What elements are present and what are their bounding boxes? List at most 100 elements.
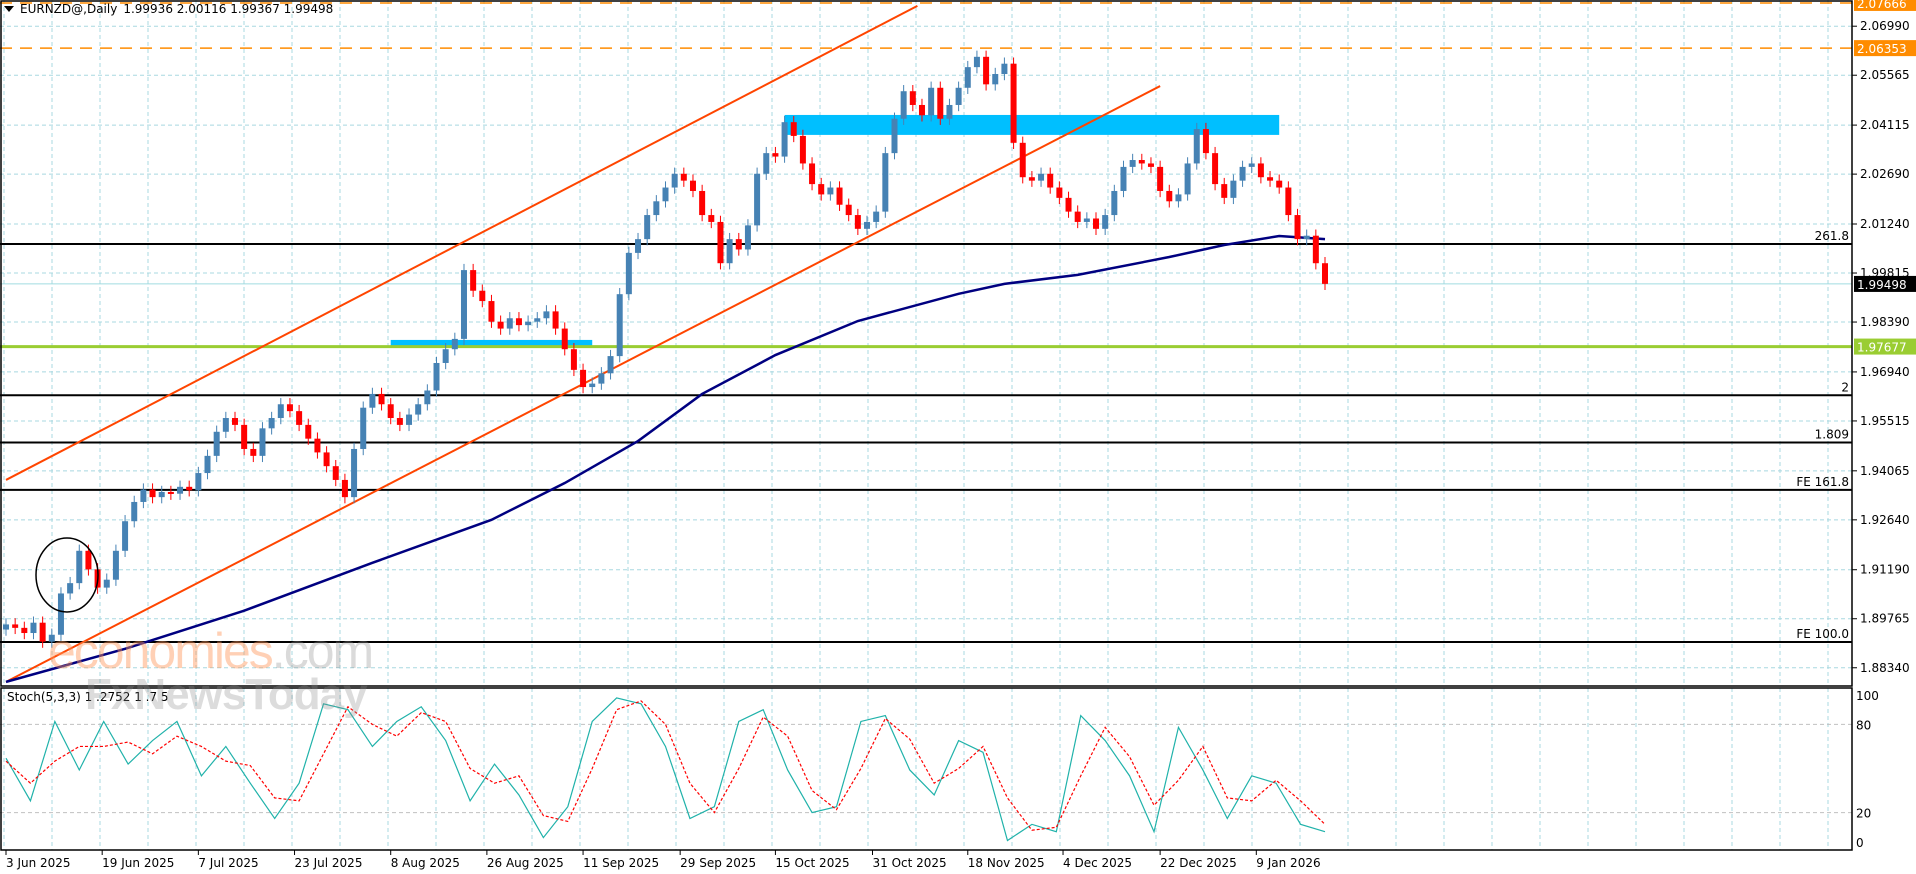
fib-261-8-tag: 261.8	[1815, 229, 1849, 243]
candle-body	[964, 67, 971, 88]
candle-body	[186, 486, 193, 491]
candle-body	[955, 87, 962, 105]
resistance-2-price-label: 2.07666	[1857, 0, 1907, 11]
candle-body	[360, 407, 367, 449]
candle-body	[818, 184, 825, 195]
candle-body	[1147, 163, 1154, 167]
candle-body	[204, 455, 211, 474]
candle-body	[1138, 160, 1145, 164]
candle-body	[122, 521, 129, 551]
price-axis-label: 1.95515	[1860, 414, 1910, 428]
candle-body	[1230, 180, 1237, 198]
resistance-1-price-label: 2.06353	[1857, 42, 1907, 56]
candle-body	[918, 104, 925, 116]
stoch-d-line	[5, 700, 1326, 831]
candle-body	[296, 411, 303, 425]
candle-body	[973, 56, 980, 68]
stoch-axis-label: 20	[1856, 807, 1871, 821]
stochastic-label: Stoch(5,3,3)	[7, 690, 81, 704]
candle-body	[1294, 215, 1301, 240]
price-axis-label: 1.94065	[1860, 464, 1910, 478]
candle-body	[836, 187, 843, 205]
candle-body	[369, 393, 376, 408]
candle-body	[689, 180, 696, 191]
price-axis-label: 2.04115	[1860, 118, 1910, 132]
candle-body	[1129, 160, 1136, 167]
candle-body	[351, 448, 358, 498]
fib-1-809-tag: 1.809	[1815, 427, 1849, 441]
candle-body	[140, 489, 147, 502]
candle-body	[616, 294, 623, 357]
candle-body	[3, 624, 9, 630]
time-axis-label: 3 Jun 2025	[6, 856, 71, 870]
candle-body	[744, 225, 751, 250]
candle-body	[195, 473, 202, 491]
candle-body	[598, 373, 605, 384]
time-axis-label: 31 Oct 2025	[873, 856, 947, 870]
current-price-price-label: 1.99498	[1857, 278, 1907, 292]
candle-body	[314, 438, 321, 453]
candle-body	[460, 270, 467, 339]
time-axis-label: 26 Aug 2025	[487, 856, 564, 870]
candle-body	[378, 393, 385, 405]
candle-body	[671, 173, 678, 188]
candle-body	[158, 491, 165, 498]
candle-body	[451, 338, 458, 350]
dropdown-triangle-icon[interactable]	[4, 6, 14, 12]
candle-body	[1056, 187, 1063, 198]
candle-body	[259, 428, 266, 456]
stoch-axis-label: 0	[1856, 836, 1864, 850]
candle-body	[580, 369, 587, 388]
price-axis-label: 2.05565	[1860, 68, 1910, 82]
candle-body	[763, 153, 770, 174]
candle-body	[845, 204, 852, 216]
candle-body	[1303, 235, 1310, 240]
candle-body	[479, 290, 486, 302]
candle-body	[433, 362, 440, 391]
price-axis-label: 1.92640	[1860, 513, 1910, 527]
candle-body	[1102, 215, 1109, 229]
candle-body	[1047, 173, 1054, 188]
candle-body	[854, 215, 861, 229]
candle-body	[177, 486, 184, 494]
candle-body	[515, 318, 522, 326]
candle-body	[131, 501, 138, 522]
time-axis-label: 7 Jul 2025	[198, 856, 258, 870]
candle-body	[167, 491, 174, 494]
ohlc-values: 1.99936 2.00116 1.99367 1.99498	[123, 2, 334, 16]
candle-body	[396, 418, 403, 425]
candle-body	[1111, 190, 1118, 216]
candle-body	[1193, 129, 1200, 164]
stochastic-header: Stoch(5,3,3) 1 .2752 1 .7 5	[7, 690, 169, 704]
candle-body	[286, 404, 293, 412]
candle-body	[1202, 129, 1209, 154]
candle-body	[1221, 184, 1228, 198]
candle-body	[635, 239, 642, 253]
candle-body	[1065, 197, 1072, 212]
candle-body	[12, 624, 19, 628]
candle-body	[1322, 263, 1328, 284]
candle-body	[1010, 63, 1017, 143]
candle-body	[470, 270, 477, 291]
price-chart[interactable]: 2.069902.055652.041152.026902.012401.998…	[0, 0, 1916, 874]
time-axis-label: 8 Aug 2025	[391, 856, 460, 870]
candle-body	[250, 448, 257, 456]
candle-body	[873, 211, 880, 222]
price-axis-label: 1.98390	[1860, 315, 1910, 329]
candle-body	[103, 579, 110, 588]
candle-body	[415, 404, 422, 415]
candle-body	[525, 321, 532, 326]
candle-body	[827, 187, 834, 195]
candle-body	[149, 489, 156, 498]
candle-body	[900, 91, 907, 119]
candle-body	[799, 135, 806, 164]
candle-body	[85, 550, 92, 570]
candle-body	[644, 215, 651, 240]
candle-body	[772, 153, 779, 157]
candle-body	[534, 318, 541, 322]
channel-upper[interactable]	[5, 5, 918, 481]
candle-body	[67, 583, 74, 594]
price-axis-label: 1.88340	[1860, 661, 1910, 675]
candle-body	[1212, 153, 1219, 185]
candle-body	[928, 87, 935, 116]
